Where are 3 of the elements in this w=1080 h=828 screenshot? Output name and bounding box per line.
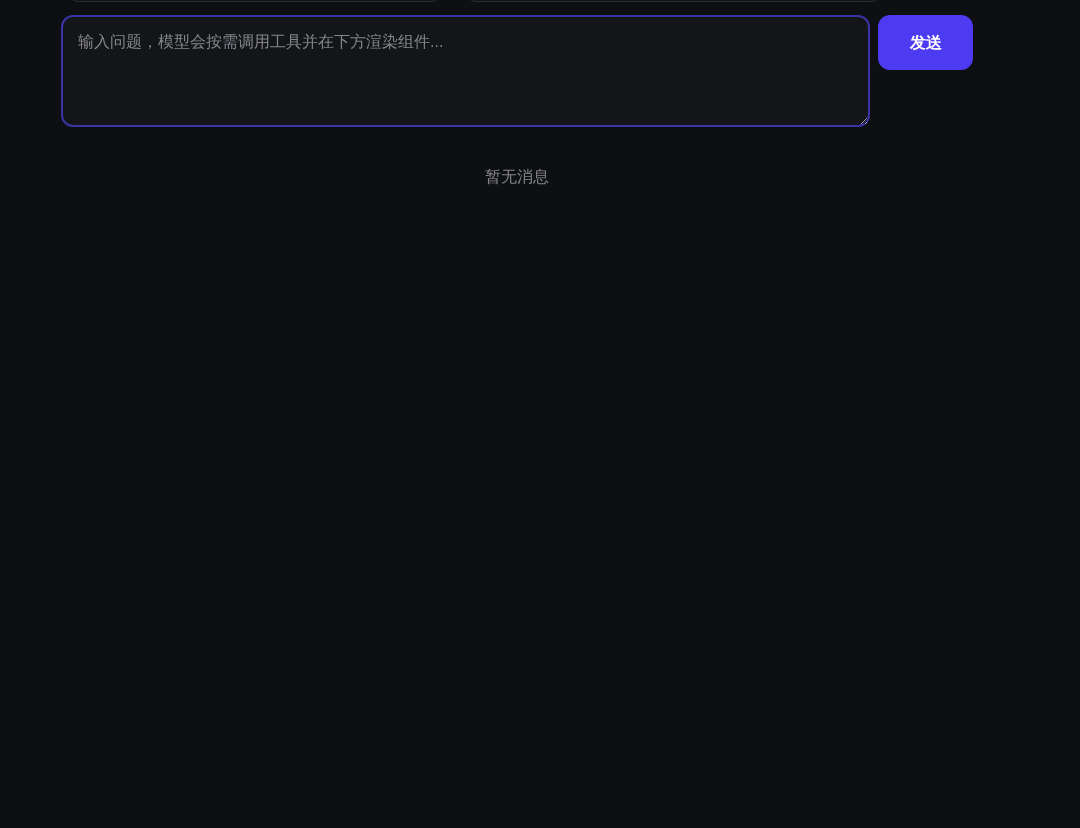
message-input[interactable]: 输入问题，模型会按需调用工具并在下方渲染组件... [61,15,870,127]
empty-message-text: 暂无消息 [485,167,549,187]
send-button[interactable]: 发送 [878,15,973,70]
